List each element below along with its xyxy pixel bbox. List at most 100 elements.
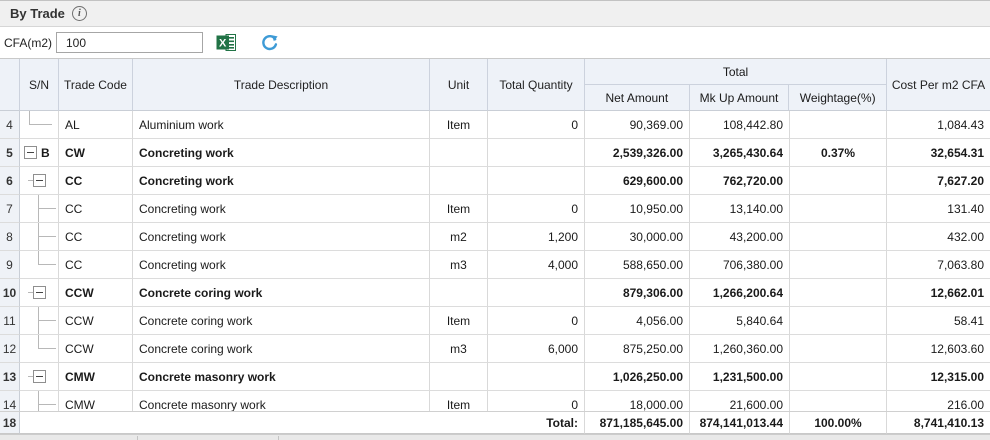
table-row[interactable]: 13 CMW Concrete masonry work 1,026,250.00 1,… bbox=[0, 363, 990, 391]
table-row[interactable]: 6 CC Concreting work 629,600.00 762,720.00 7,… bbox=[0, 167, 990, 195]
col-header-total-quantity[interactable]: Total Quantity bbox=[488, 59, 585, 111]
mkup-amount-cell: 762,720.00 bbox=[690, 167, 790, 195]
unit-cell: m3 bbox=[430, 335, 488, 363]
unit-cell bbox=[430, 167, 488, 195]
col-header-total-group: Total Net Amount Mk Up Amount Weightage(… bbox=[585, 59, 887, 111]
net-amount-cell: 629,600.00 bbox=[585, 167, 690, 195]
table-row[interactable]: 10 CCW Concrete coring work 879,306.00 1,266… bbox=[0, 279, 990, 307]
tree-connector-line bbox=[38, 320, 56, 321]
net-amount-cell: 4,056.00 bbox=[585, 307, 690, 335]
collapse-button[interactable] bbox=[33, 286, 46, 299]
row-number: 12 bbox=[0, 335, 20, 363]
total-quantity-cell: 0 bbox=[488, 195, 585, 223]
scrollbar-tick bbox=[278, 436, 279, 440]
mkup-amount-cell: 108,442.80 bbox=[690, 111, 790, 139]
tree-connector-line bbox=[38, 223, 39, 250]
weightage-cell bbox=[790, 167, 887, 195]
title-bar: By Trade i bbox=[0, 0, 990, 27]
table-row[interactable]: 12 CCW Concrete coring work m3 6,000 875,250.… bbox=[0, 335, 990, 363]
table-row[interactable]: 8 CC Concreting work m2 1,200 30,000.00 43,200… bbox=[0, 223, 990, 251]
info-icon[interactable]: i bbox=[71, 6, 87, 21]
cost-per-m2-cell: 12,315.00 bbox=[887, 363, 990, 391]
trade-description-cell: Concreting work bbox=[133, 139, 430, 167]
tree-connector-line bbox=[38, 251, 39, 265]
col-header-net-amount[interactable]: Net Amount bbox=[585, 85, 690, 110]
trade-grid: S/N Trade Code Trade Description Unit To… bbox=[0, 58, 990, 440]
col-header-unit[interactable]: Unit bbox=[430, 59, 488, 111]
trade-code-cell: CCW bbox=[59, 279, 133, 307]
net-amount-cell: 1,026,250.00 bbox=[585, 363, 690, 391]
collapse-button[interactable] bbox=[24, 146, 37, 159]
cost-per-m2-cell: 12,603.60 bbox=[887, 335, 990, 363]
unit-cell: Item bbox=[430, 111, 488, 139]
cfa-label: CFA(m2) bbox=[4, 35, 52, 50]
trade-code-cell: CC bbox=[59, 223, 133, 251]
trade-code-cell: CC bbox=[59, 167, 133, 195]
tree-connector-line bbox=[38, 264, 56, 265]
tree-connector-line bbox=[38, 335, 39, 349]
tree-connector-line bbox=[38, 391, 39, 411]
total-quantity-cell bbox=[488, 139, 585, 167]
refresh-button[interactable] bbox=[260, 33, 279, 52]
trade-code-cell: CW bbox=[59, 139, 133, 167]
weightage-cell bbox=[790, 335, 887, 363]
sn-tree-cell bbox=[20, 391, 59, 411]
horizontal-scrollbar[interactable] bbox=[0, 434, 990, 440]
mkup-amount-cell: 5,840.64 bbox=[690, 307, 790, 335]
col-header-weightage[interactable]: Weightage(%) bbox=[789, 85, 886, 110]
table-row[interactable]: 7 CC Concreting work Item 0 10,950.00 13,140.0… bbox=[0, 195, 990, 223]
scrollbar-tick bbox=[137, 436, 138, 440]
minus-icon bbox=[36, 292, 43, 293]
trade-code-cell: CCW bbox=[59, 307, 133, 335]
total-quantity-cell: 4,000 bbox=[488, 251, 585, 279]
table-row[interactable]: 9 CC Concreting work m3 4,000 588,650.00 706,3… bbox=[0, 251, 990, 279]
total-quantity-cell bbox=[488, 363, 585, 391]
table-row[interactable]: 14 CMW Concrete masonry work Item 0 18,000.00… bbox=[0, 391, 990, 411]
cfa-input[interactable] bbox=[56, 32, 203, 53]
sn-tree-cell bbox=[20, 335, 59, 363]
collapse-button[interactable] bbox=[33, 370, 46, 383]
sn-tree-cell bbox=[20, 195, 59, 223]
total-cost-per-m2: 8,741,410.13 bbox=[887, 412, 990, 434]
table-row[interactable]: 5 B CW Concreting work 2,539,326.00 3,265,430… bbox=[0, 139, 990, 167]
trade-description-cell: Concrete coring work bbox=[133, 335, 430, 363]
table-row[interactable]: 4 AL Aluminium work Item 0 90,369.00 108,442.8… bbox=[0, 111, 990, 139]
col-header-sn[interactable]: S/N bbox=[20, 59, 59, 111]
weightage-cell bbox=[790, 279, 887, 307]
table-row[interactable]: 11 CCW Concrete coring work Item 0 4,056.00 5,… bbox=[0, 307, 990, 335]
col-header-trade-code[interactable]: Trade Code bbox=[59, 59, 133, 111]
by-trade-panel: By Trade i CFA(m2) X bbox=[0, 0, 990, 440]
unit-cell bbox=[430, 279, 488, 307]
weightage-cell bbox=[790, 363, 887, 391]
sn-tree-cell bbox=[20, 251, 59, 279]
export-excel-button[interactable]: X bbox=[216, 33, 237, 52]
sn-value: B bbox=[41, 145, 50, 160]
cost-per-m2-cell: 7,627.20 bbox=[887, 167, 990, 195]
minus-icon bbox=[36, 180, 43, 181]
col-header-total[interactable]: Total bbox=[585, 59, 886, 85]
trade-description-cell: Concreting work bbox=[133, 223, 430, 251]
row-number: 13 bbox=[0, 363, 20, 391]
weightage-cell bbox=[790, 251, 887, 279]
trade-description-cell: Concrete coring work bbox=[133, 279, 430, 307]
mkup-amount-cell: 1,266,200.64 bbox=[690, 279, 790, 307]
total-label: Total: bbox=[20, 412, 585, 434]
unit-cell: m2 bbox=[430, 223, 488, 251]
cost-per-m2-cell: 12,662.01 bbox=[887, 279, 990, 307]
tree-connector-line bbox=[38, 404, 56, 405]
sn-tree-cell bbox=[20, 111, 59, 139]
trade-description-cell: Concrete coring work bbox=[133, 307, 430, 335]
row-number: 7 bbox=[0, 195, 20, 223]
grid-body: 4 AL Aluminium work Item 0 90,369.00 108,442.8… bbox=[0, 111, 990, 411]
sn-tree-cell bbox=[20, 307, 59, 335]
collapse-button[interactable] bbox=[33, 174, 46, 187]
col-header-cost-per-m2[interactable]: Cost Per m2 CFA bbox=[887, 59, 990, 111]
trade-code-cell: CCW bbox=[59, 335, 133, 363]
total-quantity-cell bbox=[488, 167, 585, 195]
unit-cell bbox=[430, 363, 488, 391]
tree-connector-line bbox=[29, 124, 52, 125]
total-net-amount: 871,185,645.00 bbox=[585, 412, 690, 434]
sn-tree-cell bbox=[20, 167, 59, 195]
col-header-mkup-amount[interactable]: Mk Up Amount bbox=[690, 85, 790, 110]
col-header-trade-description[interactable]: Trade Description bbox=[133, 59, 430, 111]
